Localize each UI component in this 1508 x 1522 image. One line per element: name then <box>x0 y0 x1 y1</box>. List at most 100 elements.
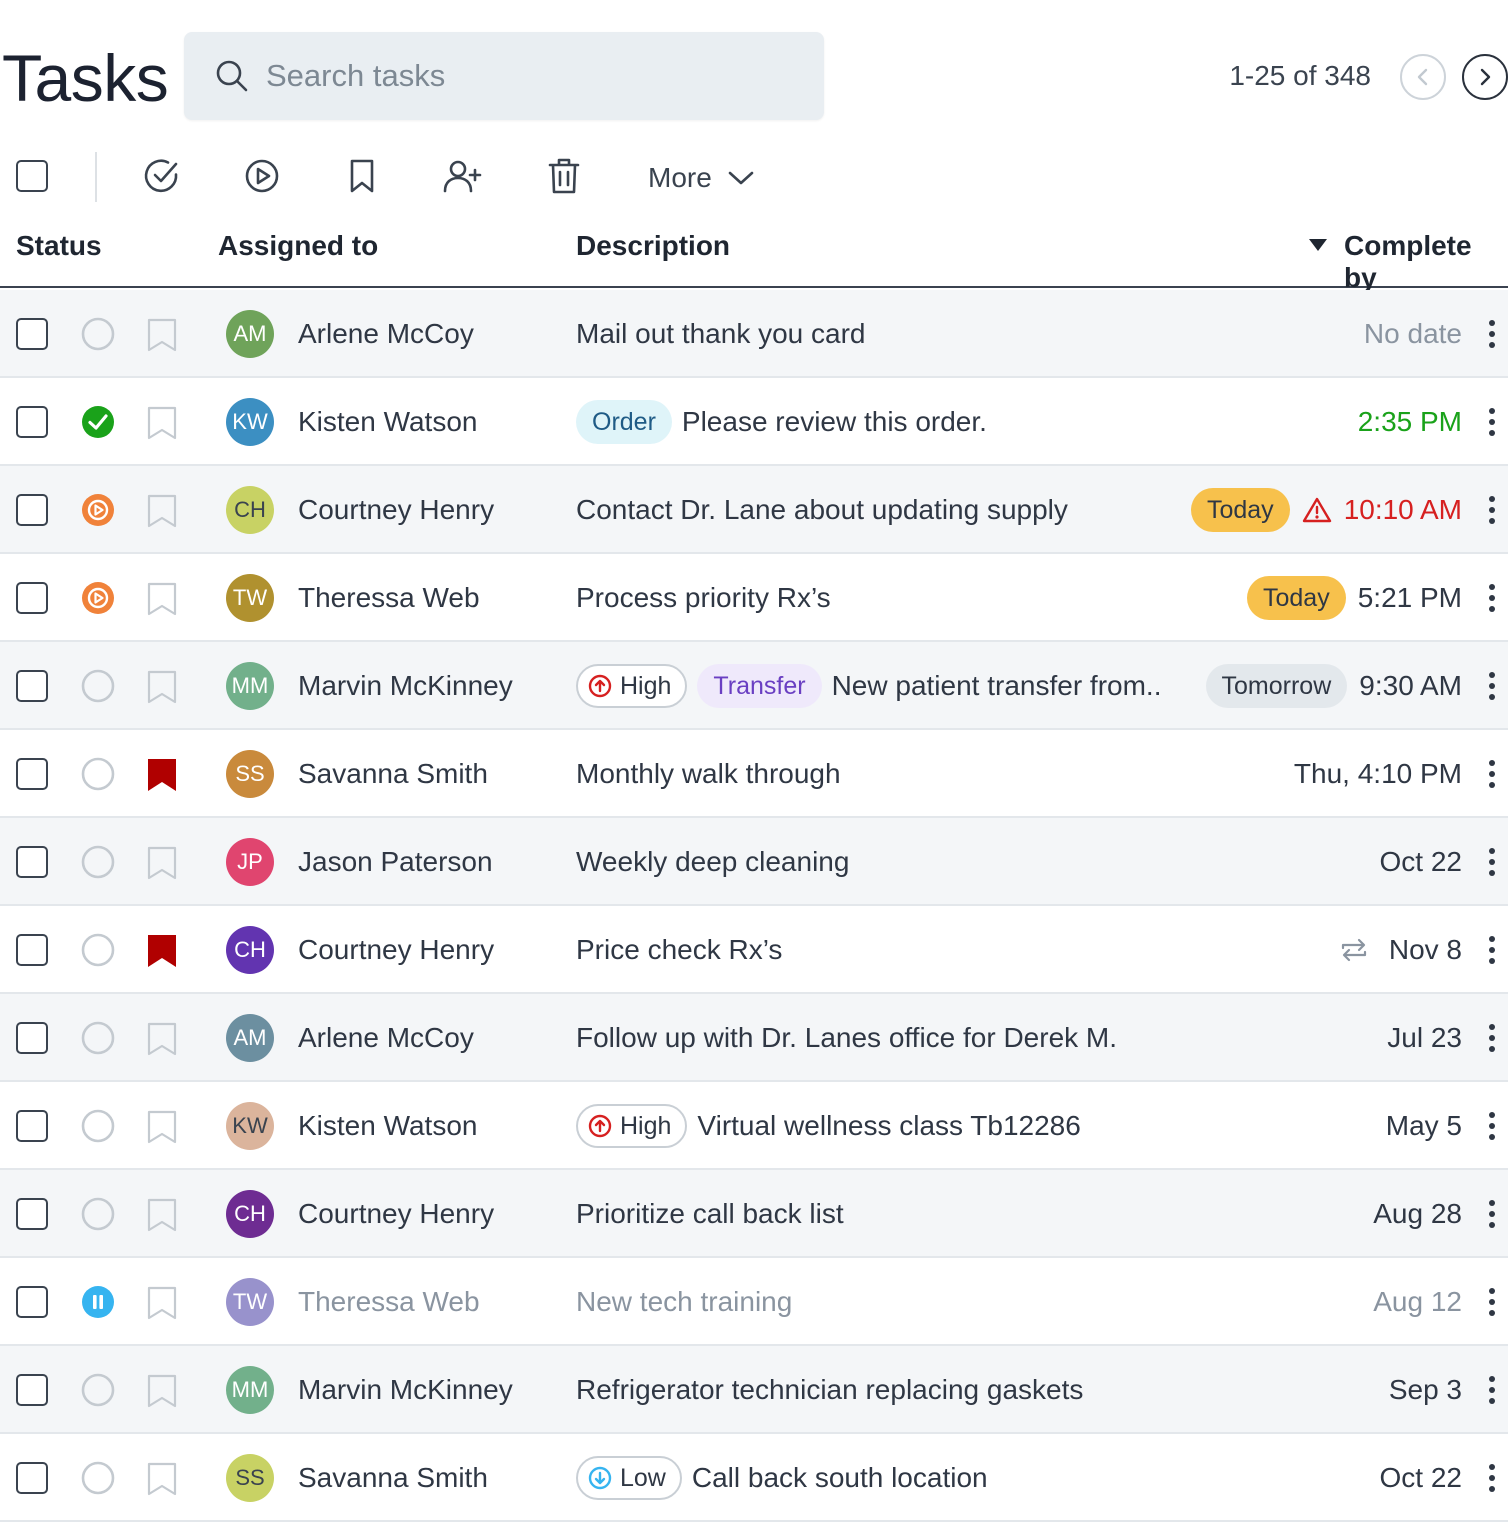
task-row[interactable]: KW Kisten Watson High Virtual wellness cl… <box>0 1082 1508 1170</box>
task-description[interactable]: Process priority Rx’s <box>576 576 831 620</box>
row-menu-button[interactable] <box>1482 844 1502 880</box>
bookmark-toggle[interactable] <box>146 669 178 705</box>
task-row[interactable]: TW Theressa Web Process priority Rx’s To… <box>0 554 1508 642</box>
status-toggle[interactable] <box>81 845 115 879</box>
task-row[interactable]: CH Courtney Henry Price check Rx’s Nov 8 <box>0 906 1508 994</box>
bookmark-toggle[interactable] <box>146 317 178 353</box>
row-menu-button[interactable] <box>1482 668 1502 704</box>
next-page-button[interactable] <box>1462 54 1508 100</box>
row-checkbox[interactable] <box>16 670 48 702</box>
status-toggle[interactable] <box>81 1197 115 1231</box>
task-description[interactable]: Monthly walk through <box>576 752 841 796</box>
status-toggle[interactable] <box>81 317 115 351</box>
task-description[interactable]: New tech training <box>576 1280 792 1324</box>
row-checkbox[interactable] <box>16 846 48 878</box>
start-task-button[interactable] <box>242 156 282 196</box>
row-checkbox[interactable] <box>16 1374 48 1406</box>
bookmark-toggle[interactable] <box>146 493 178 529</box>
row-menu-button[interactable] <box>1482 316 1502 352</box>
status-toggle[interactable] <box>81 1109 115 1143</box>
row-checkbox[interactable] <box>16 758 48 790</box>
row-menu-button[interactable] <box>1482 1108 1502 1144</box>
assign-user-button[interactable] <box>442 156 482 196</box>
row-checkbox[interactable] <box>16 1198 48 1230</box>
more-actions-dropdown[interactable]: More <box>648 160 754 196</box>
task-description[interactable]: Order Please review this order. <box>576 400 987 444</box>
task-row[interactable]: JP Jason Paterson Weekly deep cleaning O… <box>0 818 1508 906</box>
row-menu-button[interactable] <box>1482 1284 1502 1320</box>
task-description[interactable]: Contact Dr. Lane about updating supply <box>576 488 1068 532</box>
row-menu-button[interactable] <box>1482 580 1502 616</box>
bookmark-toggle[interactable] <box>146 1021 178 1057</box>
row-menu-button[interactable] <box>1482 1196 1502 1232</box>
task-row[interactable]: CH Courtney Henry Prioritize call back l… <box>0 1170 1508 1258</box>
row-checkbox[interactable] <box>16 494 48 526</box>
status-toggle[interactable] <box>81 757 115 791</box>
status-toggle[interactable] <box>81 405 115 439</box>
task-description[interactable]: High Virtual wellness class Tb12286 <box>576 1104 1081 1148</box>
bookmark-toggle[interactable] <box>146 1461 178 1497</box>
search-input[interactable] <box>266 58 786 94</box>
row-checkbox[interactable] <box>16 1462 48 1494</box>
task-description[interactable]: Refrigerator technician replacing gasket… <box>576 1368 1083 1412</box>
status-toggle[interactable] <box>81 1021 115 1055</box>
status-toggle[interactable] <box>81 1373 115 1407</box>
bookmark-toggle[interactable] <box>146 1197 178 1233</box>
task-row[interactable]: TW Theressa Web New tech training Aug 12 <box>0 1258 1508 1346</box>
row-menu-button[interactable] <box>1482 1020 1502 1056</box>
status-toggle[interactable] <box>81 669 115 703</box>
bookmark-toggle[interactable] <box>146 1109 178 1145</box>
column-complete-by[interactable]: Complete by <box>1344 230 1508 294</box>
bookmark-toggle[interactable] <box>146 405 178 441</box>
task-row[interactable]: MM Marvin McKinney High Transfer New patie… <box>0 642 1508 730</box>
status-toggle[interactable] <box>81 1461 115 1495</box>
row-checkbox[interactable] <box>16 1110 48 1142</box>
task-description[interactable]: High Transfer New patient transfer from.. <box>576 664 1161 708</box>
select-all-checkbox[interactable] <box>16 160 48 192</box>
delete-button[interactable] <box>544 156 584 196</box>
bookmark-button[interactable] <box>342 156 382 196</box>
task-description[interactable]: Follow up with Dr. Lanes office for Dere… <box>576 1016 1117 1060</box>
row-menu-button[interactable] <box>1482 932 1502 968</box>
row-checkbox[interactable] <box>16 406 48 438</box>
task-description[interactable]: Mail out thank you card <box>576 312 866 356</box>
bookmark-toggle[interactable] <box>146 757 178 793</box>
bookmark-toggle[interactable] <box>146 845 178 881</box>
task-description[interactable]: Low Call back south location <box>576 1456 988 1500</box>
bookmark-toggle[interactable] <box>146 1285 178 1321</box>
status-toggle[interactable] <box>81 1285 115 1319</box>
previous-page-button[interactable] <box>1400 54 1446 100</box>
status-toggle[interactable] <box>81 581 115 615</box>
row-checkbox[interactable] <box>16 934 48 966</box>
row-checkbox[interactable] <box>16 1022 48 1054</box>
task-description[interactable]: Weekly deep cleaning <box>576 840 849 884</box>
search-bar[interactable] <box>184 32 824 120</box>
row-menu-button[interactable] <box>1482 1372 1502 1408</box>
row-menu-button[interactable] <box>1482 404 1502 440</box>
column-description[interactable]: Description <box>576 230 730 262</box>
row-checkbox[interactable] <box>16 1286 48 1318</box>
bookmark-toggle[interactable] <box>146 933 178 969</box>
bookmark-toggle[interactable] <box>146 1373 178 1409</box>
task-row[interactable]: AM Arlene McCoy Mail out thank you card … <box>0 290 1508 378</box>
task-row[interactable]: KW Kisten Watson Order Please review this… <box>0 378 1508 466</box>
task-row[interactable]: AM Arlene McCoy Follow up with Dr. Lanes… <box>0 994 1508 1082</box>
sort-descending-icon[interactable] <box>1308 238 1328 252</box>
task-row[interactable]: CH Courtney Henry Contact Dr. Lane about… <box>0 466 1508 554</box>
task-row[interactable]: SS Savanna Smith Monthly walk through Th… <box>0 730 1508 818</box>
task-row[interactable]: MM Marvin McKinney Refrigerator technici… <box>0 1346 1508 1434</box>
bookmark-toggle[interactable] <box>146 581 178 617</box>
column-assigned-to[interactable]: Assigned to <box>218 230 378 262</box>
row-checkbox[interactable] <box>16 318 48 350</box>
row-menu-button[interactable] <box>1482 756 1502 792</box>
column-status[interactable]: Status <box>16 230 102 262</box>
task-description[interactable]: Prioritize call back list <box>576 1192 844 1236</box>
status-toggle[interactable] <box>81 933 115 967</box>
status-toggle[interactable] <box>81 493 115 527</box>
mark-complete-button[interactable] <box>142 156 182 196</box>
row-checkbox[interactable] <box>16 582 48 614</box>
row-menu-button[interactable] <box>1482 492 1502 528</box>
row-menu-button[interactable] <box>1482 1460 1502 1496</box>
task-row[interactable]: SS Savanna Smith Low Call back south loca… <box>0 1434 1508 1522</box>
task-description[interactable]: Price check Rx’s <box>576 928 782 972</box>
